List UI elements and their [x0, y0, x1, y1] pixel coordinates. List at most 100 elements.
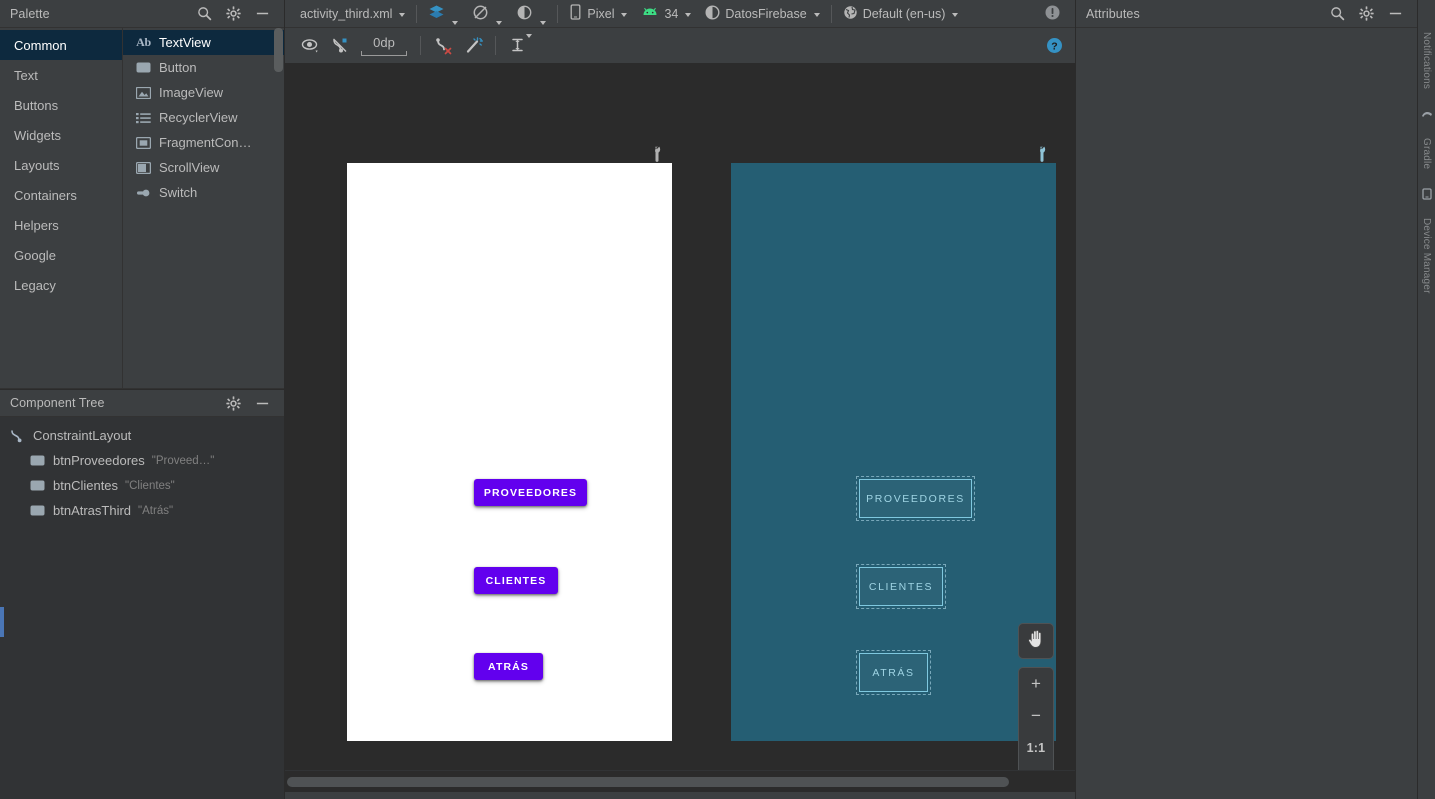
- device-config-wrench-icon[interactable]: [648, 145, 666, 163]
- clear-constraints-button[interactable]: [325, 33, 355, 59]
- theme-icon: [705, 4, 720, 23]
- textview-icon: Ab: [136, 35, 151, 49]
- night-mode-button[interactable]: [509, 3, 553, 25]
- tree-item-label: btnClientes: [53, 478, 119, 493]
- component-tree-header: Component Tree: [0, 389, 284, 417]
- gear-icon[interactable]: [225, 6, 241, 22]
- editor-bottom-strip: [285, 792, 1075, 799]
- zoom-controls: + − 1:1: [1018, 667, 1054, 770]
- recyclerview-icon: [135, 110, 152, 125]
- palette-item-button[interactable]: Button: [123, 55, 284, 80]
- orientation-button[interactable]: [465, 3, 509, 25]
- default-margin-control[interactable]: 0dp: [361, 35, 407, 56]
- design-button-clientes[interactable]: CLIENTES: [474, 567, 558, 594]
- palette-category-list: Common Text Buttons Widgets Layouts Cont…: [0, 28, 122, 388]
- zoom-reset-button[interactable]: 1:1: [1018, 732, 1054, 764]
- margin-ruler-icon: [361, 50, 407, 56]
- toolbar-divider: [557, 4, 559, 23]
- issue-notification-button[interactable]: [1037, 3, 1075, 25]
- tree-item-constraintlayout[interactable]: ConstraintLayout: [0, 423, 284, 448]
- palette-category-widgets[interactable]: Widgets: [0, 120, 122, 150]
- tree-item-btnclientes[interactable]: btnClientes "Clientes": [0, 473, 284, 498]
- infer-constraints-button[interactable]: [458, 33, 488, 59]
- zoom-in-button[interactable]: +: [1018, 668, 1054, 700]
- palette-item-textview[interactable]: Ab TextView: [123, 30, 284, 55]
- device-dropdown[interactable]: Pixel: [562, 3, 634, 25]
- palette-item-fragment-container[interactable]: FragmentCon…: [123, 130, 284, 155]
- file-name-dropdown[interactable]: activity_third.xml: [293, 3, 412, 25]
- palette-item-list: Ab TextView Button ImageView RecyclerVie…: [122, 28, 284, 388]
- palette-scrollbar[interactable]: [274, 28, 283, 72]
- zoom-out-button[interactable]: −: [1018, 700, 1054, 732]
- component-tree-body: ConstraintLayout btnProveedores "Proveed…: [0, 417, 284, 799]
- palette-category-helpers[interactable]: Helpers: [0, 210, 122, 240]
- file-name-label: activity_third.xml: [300, 6, 393, 21]
- gear-icon[interactable]: [225, 395, 241, 411]
- palette-item-recyclerview[interactable]: RecyclerView: [123, 105, 284, 130]
- pan-tool-button[interactable]: [1018, 623, 1054, 659]
- guidelines-button[interactable]: [503, 33, 533, 59]
- palette-category-layouts[interactable]: Layouts: [0, 150, 122, 180]
- gear-icon[interactable]: [1358, 6, 1374, 22]
- palette-category-buttons[interactable]: Buttons: [0, 90, 122, 120]
- blueprint-button-clientes[interactable]: CLIENTES: [856, 564, 946, 609]
- warning-icon: [1044, 4, 1061, 24]
- api-level-dropdown[interactable]: 34: [634, 3, 698, 25]
- palette-category-legacy[interactable]: Legacy: [0, 270, 122, 300]
- theme-dropdown[interactable]: DatosFirebase: [698, 3, 826, 25]
- tree-item-text: "Proveed…": [151, 454, 215, 467]
- attributes-header: Attributes: [1076, 0, 1417, 28]
- chevron-down-icon: [526, 33, 532, 38]
- globe-icon: [843, 5, 858, 23]
- api-level-label: 34: [664, 6, 679, 21]
- minimize-icon[interactable]: [254, 395, 270, 411]
- chevron-down-icon: [685, 12, 692, 17]
- minimize-icon[interactable]: [254, 6, 270, 22]
- tool-window-device-manager[interactable]: Device Manager: [1421, 218, 1432, 294]
- button-icon: [135, 60, 152, 75]
- design-canvas[interactable]: PROVEEDORES CLIENTES ATRÁS PROVEEDORES C…: [285, 64, 1075, 770]
- visibility-button[interactable]: [295, 33, 325, 59]
- autoconnect-button[interactable]: [428, 33, 458, 59]
- search-icon[interactable]: [196, 6, 212, 22]
- attributes-title: Attributes: [1086, 6, 1140, 21]
- palette-category-common[interactable]: Common: [0, 30, 122, 60]
- design-button-atras[interactable]: ATRÁS: [474, 653, 543, 680]
- chevron-down-icon: [621, 12, 628, 17]
- help-icon[interactable]: ?: [1046, 37, 1063, 54]
- blueprint-button-atras[interactable]: ATRÁS: [856, 650, 931, 695]
- blueprint-button-proveedores[interactable]: PROVEEDORES: [856, 476, 975, 521]
- attributes-panel: Attributes: [1075, 0, 1417, 799]
- layers-icon: [428, 4, 445, 24]
- phone-icon: [569, 4, 582, 23]
- gradle-icon[interactable]: [1420, 107, 1433, 120]
- locale-dropdown[interactable]: Default (en-us): [836, 3, 966, 25]
- toolbar-divider: [420, 36, 421, 55]
- design-button-proveedores[interactable]: PROVEEDORES: [474, 479, 587, 506]
- svg-text:?: ?: [1051, 40, 1057, 52]
- palette-category-google[interactable]: Google: [0, 240, 122, 270]
- search-icon[interactable]: [1329, 6, 1345, 22]
- canvas-horizontal-scrollbar[interactable]: [285, 770, 1075, 792]
- tool-window-gradle[interactable]: Gradle: [1421, 138, 1432, 169]
- palette-item-imageview[interactable]: ImageView: [123, 80, 284, 105]
- tree-item-btnatrasthird[interactable]: btnAtrasThird "Atrás": [0, 498, 284, 523]
- attributes-body: [1076, 28, 1417, 799]
- android-studio-layout-editor: Palette Common Text Buttons Widgets Layo…: [0, 0, 1435, 799]
- palette-item-scrollview[interactable]: ScrollView: [123, 155, 284, 180]
- minimize-icon[interactable]: [1387, 6, 1403, 22]
- chevron-down-icon: [540, 20, 547, 25]
- view-mode-button[interactable]: [421, 3, 465, 25]
- blueprint-preview[interactable]: PROVEEDORES CLIENTES ATRÁS: [731, 163, 1056, 741]
- night-mode-icon: [516, 4, 533, 24]
- tree-item-btnproveedores[interactable]: btnProveedores "Proveed…": [0, 448, 284, 473]
- tool-window-notifications[interactable]: Notifications: [1421, 32, 1432, 89]
- blueprint-config-wrench-icon[interactable]: [1033, 145, 1051, 163]
- device-manager-icon[interactable]: [1420, 187, 1433, 200]
- palette-category-containers[interactable]: Containers: [0, 180, 122, 210]
- device-preview[interactable]: PROVEEDORES CLIENTES ATRÁS: [347, 163, 672, 741]
- palette-category-text[interactable]: Text: [0, 60, 122, 90]
- chevron-down-icon: [952, 12, 959, 17]
- scrollbar-thumb[interactable]: [287, 777, 1009, 787]
- palette-item-switch[interactable]: Switch: [123, 180, 284, 205]
